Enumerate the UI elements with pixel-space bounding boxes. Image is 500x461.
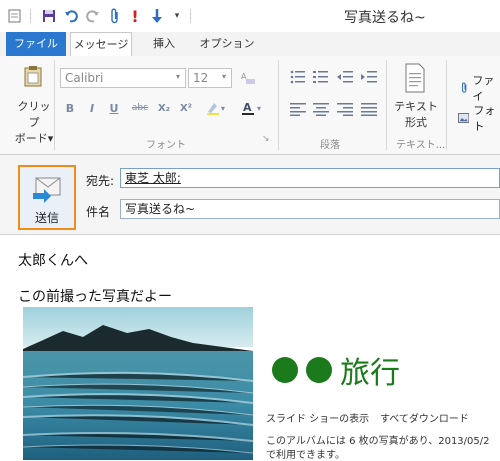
window-title: 写真送るね~	[344, 10, 426, 26]
numbering-icon[interactable]	[313, 70, 329, 84]
text-group-label: テキスト...	[396, 140, 446, 151]
send-button[interactable]: 送信	[18, 165, 76, 230]
underline-icon[interactable]: U	[106, 100, 122, 116]
ribbon-separator	[278, 60, 279, 150]
svg-text:▾: ▾	[221, 104, 225, 113]
to-label: 宛先:	[86, 174, 115, 188]
save-icon[interactable]	[40, 7, 58, 25]
align-left-icon[interactable]	[290, 102, 306, 116]
to-recipient[interactable]: 東芝 太郎;	[125, 171, 181, 185]
album-info-line-2: で利用できます。	[266, 450, 345, 461]
bullets-icon[interactable]	[290, 70, 306, 84]
body-greeting: 太郎くんへ	[18, 253, 88, 269]
attach-paperclip-icon	[462, 82, 467, 93]
to-field[interactable]: 東芝 太郎;	[120, 168, 500, 188]
justify-icon[interactable]	[361, 102, 377, 116]
text-format-icon[interactable]	[400, 62, 430, 94]
undo-icon[interactable]	[62, 7, 80, 25]
italic-icon[interactable]: I	[84, 100, 100, 116]
align-right-icon[interactable]	[337, 102, 353, 116]
qa-divider	[30, 9, 31, 23]
tab-file[interactable]: ファイル	[6, 32, 66, 56]
ribbon-separator	[446, 60, 447, 150]
font-color-icon[interactable]: A ▾	[240, 100, 266, 116]
send-mail-icon	[32, 177, 62, 206]
text-format-button[interactable]: テキスト 形式	[392, 98, 440, 130]
text-format-label-1: テキスト	[394, 100, 438, 113]
font-group-label: フォント	[146, 140, 186, 151]
low-importance-icon[interactable]	[148, 7, 166, 25]
tab-options[interactable]: オプション	[196, 32, 258, 56]
svg-text:▾: ▾	[257, 104, 261, 113]
superscript-icon[interactable]: X²	[178, 100, 194, 116]
bold-icon[interactable]: B	[62, 100, 78, 116]
ribbon-separator	[386, 60, 387, 150]
font-family-chevron-icon[interactable]: ▾	[176, 72, 180, 81]
svg-text:A: A	[243, 101, 252, 114]
slideshow-link[interactable]: スライド ショーの表示	[266, 410, 369, 425]
paste-button[interactable]: クリップ ボード▾	[14, 98, 54, 146]
clear-format-icon[interactable]: A	[238, 68, 258, 88]
subject-field[interactable]: 写真送るね~	[120, 199, 500, 219]
highlight-icon[interactable]: ▾	[204, 100, 230, 116]
clipboard-label-1: クリップ	[17, 100, 51, 129]
redo-icon[interactable]	[84, 7, 102, 25]
clipboard-icon[interactable]	[20, 64, 46, 88]
album-cover-photo[interactable]	[23, 307, 253, 460]
attach-file-label: ファイ	[472, 74, 495, 103]
ribbon-tab-bar: ファイル メッセージ 挿入 オプション	[0, 32, 500, 57]
album-title[interactable]: 旅行	[272, 348, 400, 392]
attach-file-button[interactable]: ファイ	[460, 72, 500, 104]
photo-album-button[interactable]: フォト	[458, 102, 500, 134]
qa-divider-2	[190, 9, 191, 23]
send-label: 送信	[34, 211, 59, 225]
strikethrough-icon[interactable]: abc	[128, 100, 152, 116]
photo-album-icon	[458, 113, 470, 123]
clipboard-label-2: ボード▾	[14, 132, 54, 145]
album-bullet-icon	[306, 357, 332, 383]
paperclip-icon[interactable]	[106, 7, 124, 25]
photo-album-label: フォト	[473, 104, 496, 133]
customize-qa-icon[interactable]: ▾	[168, 7, 186, 25]
download-all-link[interactable]: すべてダウンロード	[380, 410, 469, 425]
tab-message[interactable]: メッセージ	[70, 32, 132, 57]
album-bullet-icon	[272, 357, 298, 383]
subscript-icon[interactable]: X₂	[156, 100, 172, 116]
high-importance-icon[interactable]: !	[126, 7, 144, 26]
font-dialog-launcher-icon[interactable]: ↘	[262, 134, 270, 144]
body-line: この前撮った写真だよー	[18, 289, 172, 305]
align-center-icon[interactable]	[313, 102, 329, 116]
tab-insert[interactable]: 挿入	[142, 32, 186, 56]
ribbon-separator	[54, 60, 55, 150]
decrease-indent-icon[interactable]	[337, 70, 353, 84]
album-info-line-1: このアルバムには 6 枚の写真があり、2013/05/2	[266, 436, 490, 447]
font-size-chevron-icon[interactable]: ▾	[222, 72, 226, 81]
subject-label: 件名	[86, 205, 111, 219]
album-title-text: 旅行	[340, 356, 400, 391]
font-family-select[interactable]: Calibri	[60, 68, 186, 88]
paragraph-group-label: 段落	[320, 140, 340, 151]
increase-indent-icon[interactable]	[361, 70, 377, 84]
app-icon[interactable]	[6, 7, 24, 25]
text-format-label-2: 形式	[405, 116, 427, 129]
